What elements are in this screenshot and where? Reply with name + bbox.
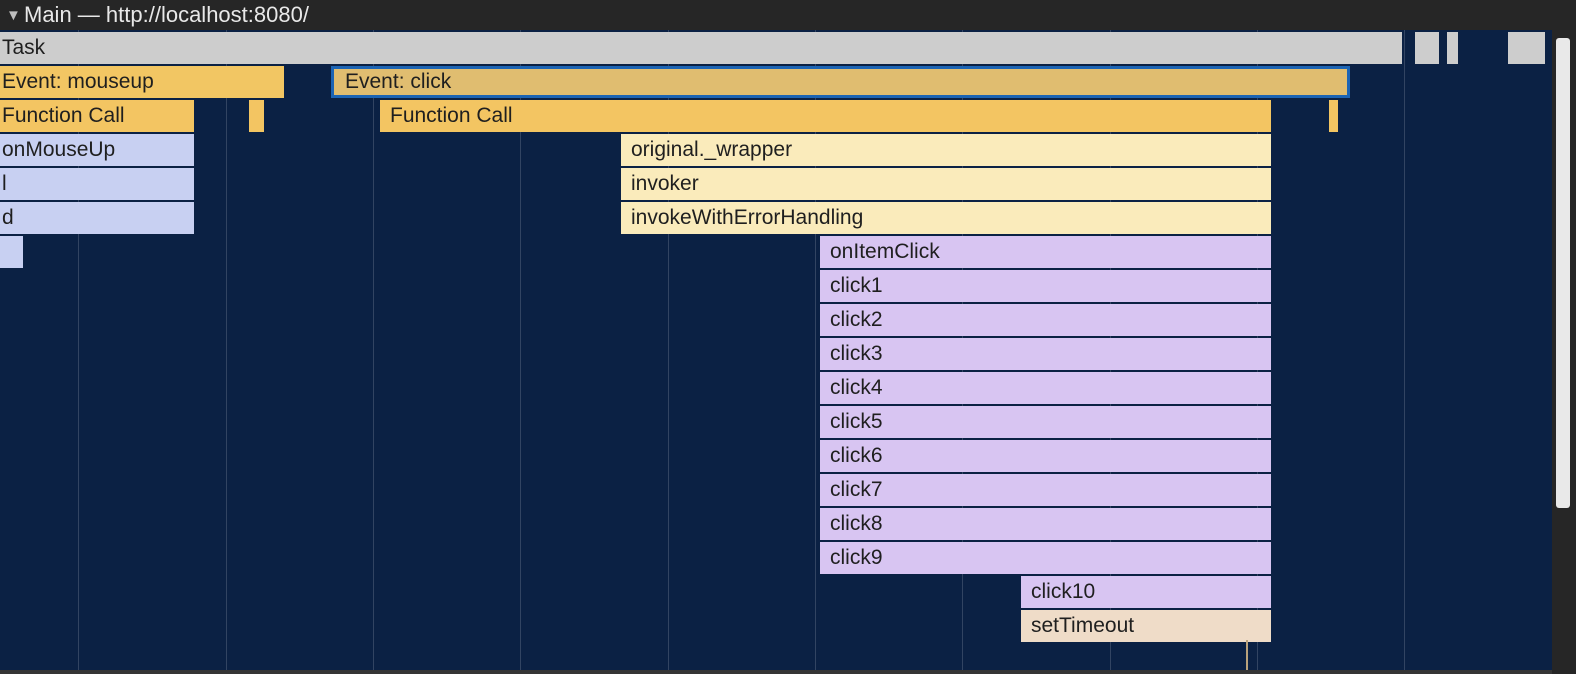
task-bar-small[interactable]: [1447, 32, 1458, 64]
click9-bar[interactable]: click9: [820, 542, 1271, 574]
click4-bar[interactable]: click4: [820, 372, 1271, 404]
track-title: Main — http://localhost:8080/: [24, 2, 309, 27]
task-bar-small[interactable]: [1508, 32, 1545, 64]
task-bar[interactable]: Task: [0, 32, 1402, 64]
l-bar[interactable]: l: [0, 168, 194, 200]
time-marker: [1246, 640, 1248, 674]
invoker-bar[interactable]: invoker: [621, 168, 1271, 200]
click7-bar[interactable]: click7: [820, 474, 1271, 506]
set-timeout-bar[interactable]: setTimeout: [1021, 610, 1271, 642]
event-mouseup-bar[interactable]: Event: mouseup: [0, 66, 284, 98]
invoke-with-error-handling-bar[interactable]: invokeWithErrorHandling: [621, 202, 1271, 234]
click10-bar[interactable]: click10: [1021, 576, 1271, 608]
d-bar[interactable]: d: [0, 202, 194, 234]
function-call-bar[interactable]: Function Call: [380, 100, 1271, 132]
vertical-scrollbar[interactable]: [1552, 30, 1576, 674]
bottom-divider: [0, 670, 1552, 674]
original-wrapper-bar[interactable]: original._wrapper: [621, 134, 1271, 166]
click2-bar[interactable]: click2: [820, 304, 1271, 336]
click5-bar[interactable]: click5: [820, 406, 1271, 438]
on-mouse-up-bar[interactable]: onMouseUp: [0, 134, 194, 166]
anonymous-bar[interactable]: [0, 236, 23, 268]
flame-chart[interactable]: Task Event: mouseup Event: click Functio…: [0, 30, 1552, 674]
click1-bar[interactable]: click1: [820, 270, 1271, 302]
on-item-click-bar[interactable]: onItemClick: [820, 236, 1271, 268]
event-click-bar[interactable]: Event: click: [331, 66, 1350, 98]
track-header[interactable]: ▼ Main — http://localhost:8080/: [0, 0, 1576, 30]
function-call-bar[interactable]: Function Call: [0, 100, 194, 132]
task-bar-small[interactable]: [1415, 32, 1439, 64]
click8-bar[interactable]: click8: [820, 508, 1271, 540]
function-call-small-bar[interactable]: [249, 100, 264, 132]
scrollbar-thumb[interactable]: [1556, 38, 1570, 508]
triangle-down-icon[interactable]: ▼: [6, 1, 24, 31]
function-call-small-bar[interactable]: [1329, 100, 1338, 132]
click3-bar[interactable]: click3: [820, 338, 1271, 370]
click6-bar[interactable]: click6: [820, 440, 1271, 472]
